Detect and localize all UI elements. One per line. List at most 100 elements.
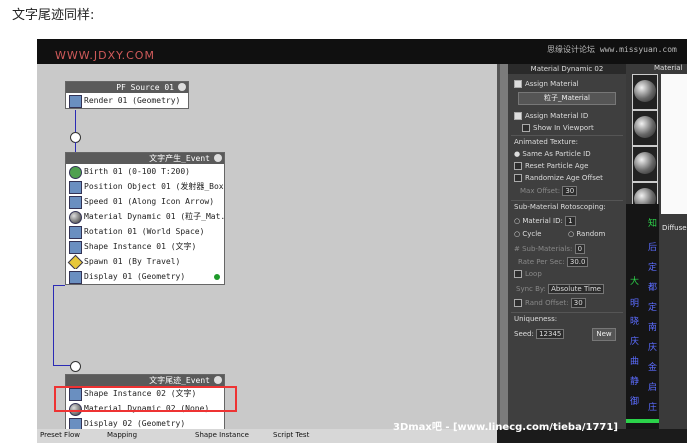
- depot-preset-flow[interactable]: Preset Flow: [40, 431, 80, 439]
- particle-view-canvas[interactable]: PF Source 01 Render 01 (Geometry) 文字产生_E…: [37, 64, 497, 429]
- event-title-text: 文字产生_Event: [149, 154, 210, 163]
- operator-row[interactable]: Shape Instance 01 (文字): [66, 239, 224, 254]
- operator-row[interactable]: Material Dynamic 01 (粒子_Mat...: [66, 209, 224, 224]
- material-button[interactable]: 粒子_Material: [518, 92, 616, 105]
- connector-circle-icon[interactable]: [70, 361, 81, 372]
- rand-offset-row: Rand Offset: 30: [514, 298, 586, 308]
- render-char: 静: [630, 377, 640, 387]
- checkbox-icon[interactable]: [514, 112, 522, 120]
- checkbox-icon[interactable]: [522, 124, 530, 132]
- assign-material-id-check[interactable]: Assign Material ID: [514, 112, 588, 120]
- panel-gap: [500, 64, 508, 429]
- site-banner: 3Dmax吧 - [www.linecg.com/tieba/1771]: [393, 422, 618, 433]
- event-title[interactable]: 文字尾迹_Event: [66, 375, 224, 386]
- event-handle-icon[interactable]: [214, 154, 222, 162]
- rotation-icon: [69, 226, 82, 239]
- max-offset-row: Max Offset: 30: [520, 186, 578, 196]
- wire: [53, 365, 71, 366]
- checkbox-icon[interactable]: [514, 270, 522, 278]
- material-slot[interactable]: [632, 146, 658, 182]
- operator-row[interactable]: Rotation 01 (World Space): [66, 224, 224, 239]
- position-icon: [69, 181, 82, 194]
- screenshot-area: WWW.JDXY.COM 思缘设计论坛 www.missyuan.com PF …: [37, 39, 687, 443]
- label: # Sub-Materials:: [514, 245, 573, 253]
- checkbox-icon[interactable]: [514, 162, 522, 170]
- operator-row[interactable]: Speed 01 (Along Icon Arrow): [66, 194, 224, 209]
- shape-instance-icon: [69, 241, 82, 254]
- wire: [53, 285, 65, 286]
- label: Randomize Age Offset: [525, 174, 603, 182]
- event-pf-source[interactable]: PF Source 01 Render 01 (Geometry): [65, 81, 189, 109]
- depot-mapping[interactable]: Mapping: [107, 431, 137, 439]
- event-title[interactable]: PF Source 01: [66, 82, 188, 93]
- label: Max Offset:: [520, 187, 561, 195]
- highlight-box: [54, 386, 237, 412]
- seed-row: Seed: 12345: [514, 329, 565, 339]
- depot-script-test[interactable]: Script Test: [273, 431, 309, 439]
- show-in-viewport-check[interactable]: Show In Viewport: [522, 124, 594, 132]
- operator-label: Birth 01 (0-100 T:200): [84, 167, 190, 176]
- checkbox-icon[interactable]: [514, 80, 522, 88]
- material-editor: Material Diffuse 知 大 后 定 都 定 明 晓 南 庆 庆 曲…: [626, 64, 687, 429]
- watermark-right: 思缘设计论坛 www.missyuan.com: [547, 45, 677, 54]
- render-char: 曲: [630, 357, 640, 367]
- material-id-field[interactable]: 1: [565, 216, 576, 226]
- label: Random: [576, 230, 606, 238]
- operator-row[interactable]: Render 01 (Geometry): [66, 93, 188, 108]
- operator-label: Rotation 01 (World Space): [84, 227, 205, 236]
- parameter-panel: Material Dynamic 02 Assign Material 粒子_M…: [508, 64, 626, 429]
- caption-text: 文字尾迹同样:: [12, 8, 95, 23]
- display-icon: [69, 271, 82, 284]
- material-slot[interactable]: [632, 110, 658, 146]
- rate-per-sec-field[interactable]: 30.0: [566, 257, 589, 267]
- reset-particle-age-check[interactable]: Reset Particle Age: [514, 162, 588, 170]
- render-char: 御: [630, 397, 640, 407]
- label: Reset Particle Age: [525, 162, 589, 170]
- operator-row[interactable]: Position Object 01 (发射器_Box): [66, 179, 224, 194]
- status-dot-icon: [214, 274, 220, 280]
- render-char: 定: [648, 303, 658, 313]
- sync-by-select[interactable]: Absolute Time: [548, 284, 605, 294]
- event-handle-icon[interactable]: [214, 376, 222, 384]
- render-char: 大: [630, 277, 640, 287]
- render-char: 庄: [648, 403, 658, 413]
- material-id-radio[interactable]: ○ Material ID: 1: [514, 216, 576, 226]
- max-offset-field[interactable]: 30: [562, 186, 578, 196]
- randomize-age-offset-check[interactable]: Randomize Age Offset: [514, 174, 603, 182]
- separator: [511, 135, 623, 136]
- operator-row[interactable]: Display 01 (Geometry): [66, 269, 224, 284]
- render-char: 金: [648, 363, 658, 373]
- event-handle-icon[interactable]: [178, 83, 186, 91]
- event-title[interactable]: 文字产生_Event: [66, 153, 224, 164]
- display-icon: [69, 418, 82, 429]
- wire: [75, 142, 76, 152]
- render-char: 晓: [630, 317, 640, 327]
- operator-row[interactable]: Spawn 01 (By Travel): [66, 254, 224, 269]
- operator-row[interactable]: Birth 01 (0-100 T:200): [66, 164, 224, 179]
- depot-shape-instance[interactable]: Shape Instance: [195, 431, 249, 439]
- event-text-birth[interactable]: 文字产生_Event Birth 01 (0-100 T:200) Positi…: [65, 152, 225, 285]
- cycle-radio[interactable]: ○ Cycle: [514, 230, 541, 238]
- checkbox-icon[interactable]: [514, 299, 522, 307]
- assign-material-check[interactable]: Assign Material: [514, 80, 579, 88]
- label: Loop: [525, 270, 542, 278]
- sub-materials-field[interactable]: 0: [574, 244, 586, 254]
- checkbox-icon[interactable]: [514, 174, 522, 182]
- new-seed-button[interactable]: New: [592, 328, 616, 341]
- rand-offset-field[interactable]: 30: [570, 298, 586, 308]
- material-sphere-icon: [634, 152, 656, 174]
- operator-row[interactable]: Display 02 (Geometry): [66, 416, 224, 429]
- label: Show In Viewport: [533, 124, 594, 132]
- render-char: 启: [648, 383, 658, 393]
- diffuse-label: Diffuse: [662, 224, 687, 232]
- random-radio[interactable]: ○ Random: [568, 230, 605, 238]
- label: Rate Per Sec:: [518, 258, 565, 266]
- seed-field[interactable]: 12345: [536, 329, 565, 339]
- same-as-particle-id-radio[interactable]: ● Same As Particle ID: [514, 150, 591, 158]
- render-char: 后: [648, 243, 658, 253]
- render-char: 庆: [630, 337, 640, 347]
- operator-label: Shape Instance 01 (文字): [84, 242, 197, 251]
- material-slot[interactable]: [632, 74, 658, 110]
- material-sphere-icon: [634, 116, 656, 138]
- loop-check[interactable]: Loop: [514, 270, 542, 278]
